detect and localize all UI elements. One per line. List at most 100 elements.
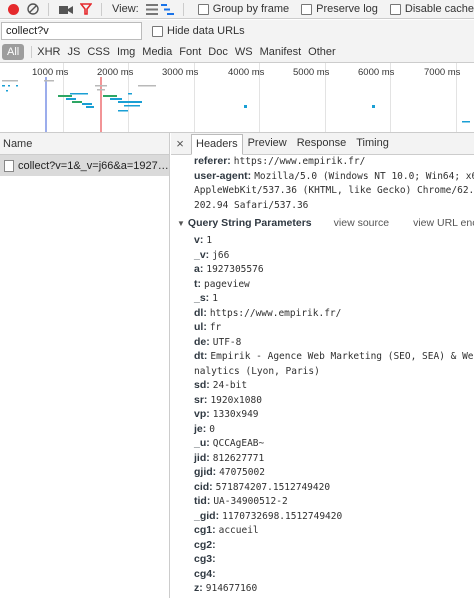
- param-key: tid:: [194, 495, 211, 507]
- query-string-section-header[interactable]: ▼ Query String Parameters view source view …: [177, 217, 474, 229]
- header-row-user-agent: user-agent: Mozilla/5.0 (Windows NT 10.0;…: [194, 170, 474, 182]
- tab-timing[interactable]: Timing: [351, 133, 394, 155]
- group-by-frame-label: Group by frame: [212, 3, 290, 15]
- param-value: 1170732698.1512749420: [222, 510, 343, 522]
- query-param-row: gjid: 47075002: [194, 466, 265, 478]
- disable-cache-checkbox[interactable]: Disable cache: [378, 3, 474, 15]
- param-value: 1: [206, 235, 213, 246]
- hide-data-urls-label: Hide data URLs: [167, 25, 245, 37]
- camera-icon[interactable]: [59, 1, 74, 17]
- query-param-row: z: 914677160: [194, 582, 257, 594]
- query-param-row: v: 1: [194, 234, 212, 246]
- type-filter-font[interactable]: Font: [179, 46, 201, 58]
- header-row-referer: referer: https://www.empirik.fr/: [194, 155, 365, 167]
- type-filter-ws[interactable]: WS: [235, 46, 253, 58]
- record-icon[interactable]: [6, 1, 20, 17]
- detail-tabbar: × Headers Preview Response Timing: [171, 133, 474, 155]
- param-key: cg2:: [194, 538, 216, 551]
- type-filter-media[interactable]: Media: [142, 46, 172, 58]
- type-filter-manifest[interactable]: Manifest: [260, 46, 302, 58]
- param-key: ul:: [194, 321, 207, 333]
- query-param-row: _v: j66: [194, 249, 229, 261]
- param-value: 571874207.1512749420: [215, 481, 331, 493]
- type-filter-all[interactable]: All: [2, 44, 25, 60]
- clear-icon[interactable]: [26, 1, 40, 17]
- header-key: user-agent:: [194, 169, 252, 182]
- query-param-row: cg4:: [194, 568, 219, 580]
- param-value: 47075002: [219, 467, 265, 478]
- param-key: _gid:: [194, 509, 220, 522]
- query-param-row: dt: Empirik - Agence Web Marketing (SEO, …: [194, 350, 474, 362]
- param-key: t:: [194, 277, 201, 290]
- query-param-row: cg2:: [194, 539, 219, 551]
- param-key: _v:: [194, 248, 210, 261]
- toolbar-divider: [48, 2, 49, 16]
- large-rows-icon[interactable]: [145, 1, 159, 17]
- resource-type-filters: All XHR JS CSS Img Media Font Doc WS Man…: [0, 42, 474, 63]
- tab-headers[interactable]: Headers: [191, 134, 243, 155]
- type-filter-other[interactable]: Other: [308, 46, 336, 58]
- param-key: a:: [194, 263, 204, 275]
- header-value: Mozilla/5.0 (Windows NT 10.0; Win64; x6: [254, 170, 474, 182]
- param-value: QCCAgEAB~: [212, 438, 265, 449]
- param-key: _s:: [194, 292, 210, 304]
- toolbar-divider: [182, 2, 184, 16]
- param-key: sd:: [194, 379, 210, 391]
- param-value: 1927305576: [206, 264, 264, 275]
- param-key: _u:: [194, 437, 210, 449]
- param-value: Empirik - Agence Web Marketing (SEO, SEA…: [210, 351, 474, 362]
- header-value-continued: 202.94 Safari/537.36: [194, 199, 309, 211]
- param-key: gjid:: [194, 466, 217, 478]
- toolbar-divider: [101, 2, 102, 16]
- expand-triangle-icon: ▼: [177, 219, 185, 228]
- name-column-header[interactable]: Name: [0, 133, 169, 155]
- query-param-row: tid: UA-34900512-2: [194, 495, 288, 507]
- timeline-bars: [2, 77, 470, 132]
- param-value: 1: [212, 293, 218, 304]
- param-key: z:: [194, 582, 203, 594]
- query-param-row: de: UTF-8: [194, 336, 241, 348]
- filter-bar: Hide data URLs: [0, 20, 474, 42]
- view-source-link[interactable]: view source: [334, 217, 389, 229]
- param-value: https://www.empirik.fr/: [209, 307, 342, 319]
- query-param-row: cg1: accueil: [194, 524, 259, 536]
- filter-input[interactable]: [1, 22, 142, 40]
- preserve-log-checkbox[interactable]: Preserve log: [289, 3, 378, 15]
- type-filter-xhr[interactable]: XHR: [37, 46, 60, 58]
- type-filter-css[interactable]: CSS: [87, 46, 110, 58]
- header-key: referer:: [194, 155, 231, 167]
- preserve-log-label: Preserve log: [316, 3, 378, 15]
- file-icon: [4, 159, 14, 172]
- network-overview-timeline[interactable]: 1000 ms 2000 ms 3000 ms 4000 ms 5000 ms …: [0, 63, 474, 133]
- section-title: Query String Parameters: [187, 217, 312, 229]
- param-value: 914677160: [205, 583, 258, 594]
- query-param-row: sr: 1920x1080: [194, 394, 262, 406]
- query-param-row: _gid: 1170732698.1512749420: [194, 510, 342, 522]
- header-value: https://www.empirik.fr/: [233, 156, 366, 167]
- query-param-row: ul: fr: [194, 321, 221, 333]
- query-param-row: je: 0: [194, 423, 215, 435]
- view-label: View:: [112, 3, 139, 15]
- tab-response[interactable]: Response: [292, 133, 352, 155]
- query-param-row: _s: 1: [194, 292, 218, 304]
- waterfall-icon[interactable]: [161, 1, 175, 17]
- param-value: UA-34900512-2: [213, 496, 288, 507]
- query-param-row: dl: https://www.empirik.fr/: [194, 307, 341, 319]
- tab-preview[interactable]: Preview: [243, 133, 292, 155]
- group-by-frame-checkbox[interactable]: Group by frame: [188, 3, 289, 15]
- type-filter-js[interactable]: JS: [67, 46, 80, 58]
- headers-content: referer: https://www.empirik.fr/ user-age…: [171, 155, 474, 598]
- request-list: Name collect?v=1&_v=j66&a=19273...: [0, 133, 170, 598]
- param-key: cg3:: [194, 553, 216, 565]
- query-param-row: cg3:: [194, 553, 219, 565]
- param-key: cid:: [194, 480, 213, 493]
- hide-data-urls-checkbox[interactable]: Hide data URLs: [146, 25, 245, 37]
- close-icon[interactable]: ×: [172, 136, 188, 151]
- view-url-encoded-link[interactable]: view URL enco: [413, 217, 474, 229]
- type-filter-doc[interactable]: Doc: [208, 46, 228, 58]
- param-value: accueil: [218, 525, 259, 536]
- filter-icon[interactable]: [79, 1, 93, 17]
- request-row[interactable]: collect?v=1&_v=j66&a=19273...: [0, 155, 169, 176]
- type-filter-img[interactable]: Img: [117, 46, 135, 58]
- query-param-row: vp: 1330x949: [194, 408, 259, 420]
